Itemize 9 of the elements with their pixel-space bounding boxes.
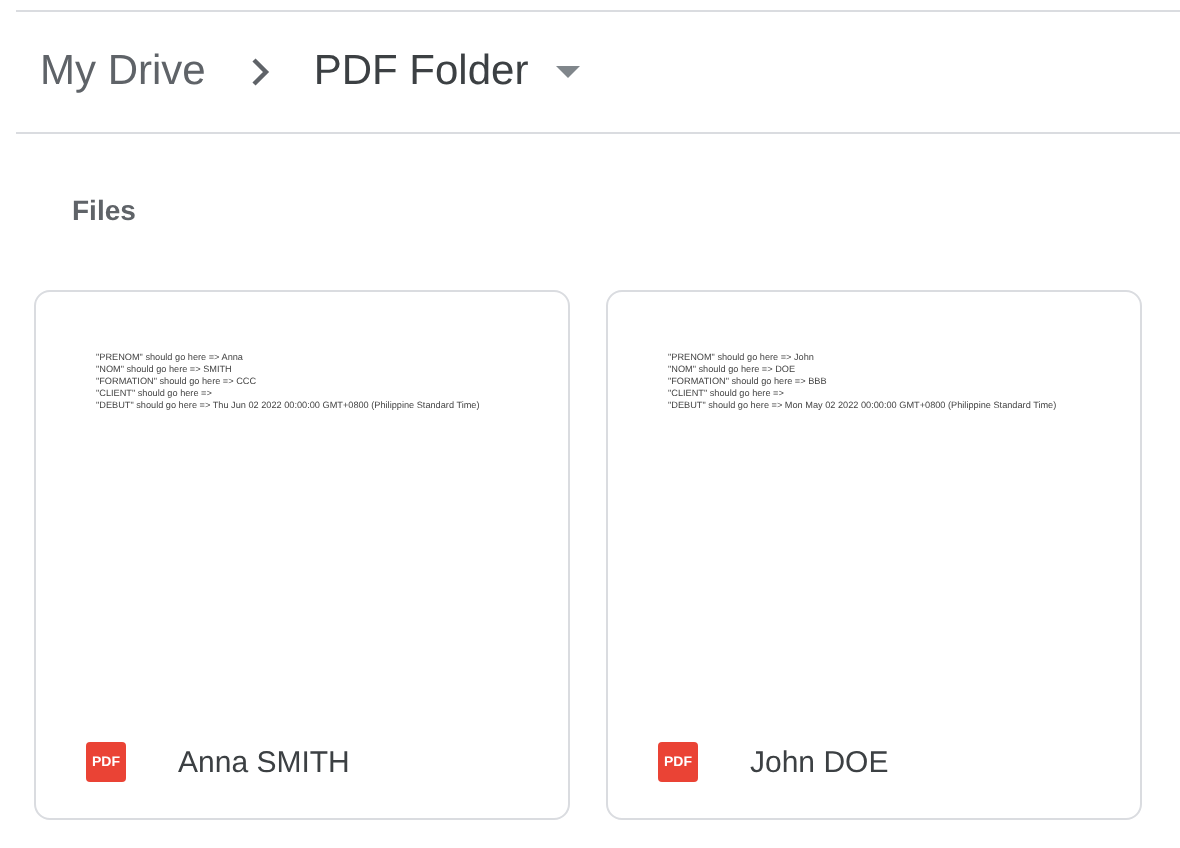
file-card[interactable]	[34, 290, 570, 820]
breadcrumb-item[interactable]: My Drive	[40, 48, 206, 96]
chevron-right-icon	[249, 58, 270, 86]
file-name: Anna SMITH	[178, 745, 350, 779]
file-card[interactable]	[606, 290, 1142, 820]
file-name: John DOE	[750, 745, 889, 779]
breadcrumb-item[interactable]: PDF Folder	[313, 48, 529, 96]
section-title: Files	[72, 194, 138, 230]
caret-down-icon[interactable]	[556, 66, 581, 78]
